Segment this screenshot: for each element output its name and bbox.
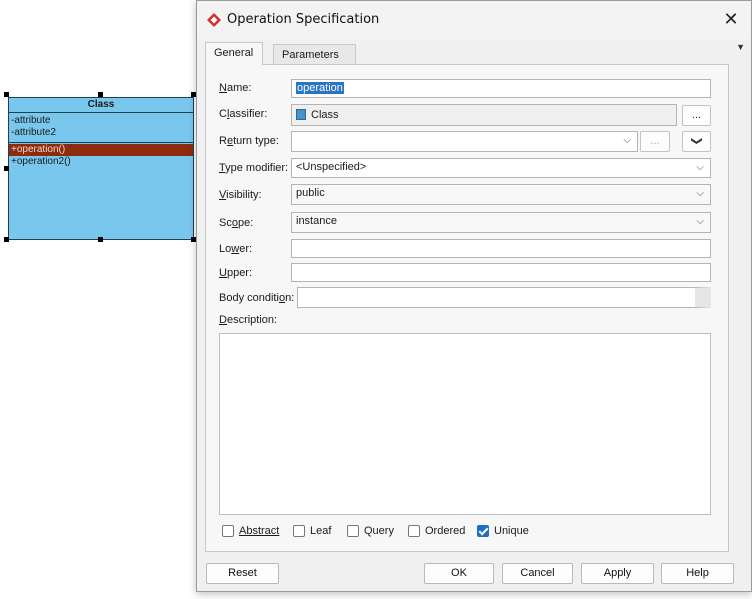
chevron-down-icon: ⌵ [696,162,704,173]
dialog-titlebar[interactable]: Operation Specification ✕ [197,1,751,39]
resize-handle[interactable] [4,166,9,171]
classifier-label: Classifier: [219,108,268,120]
upper-field[interactable] [291,263,711,282]
abstract-checkbox[interactable]: Abstract [222,523,279,539]
return-type-label: Return type: [219,135,279,147]
description-label: Description: [219,314,278,326]
lower-field[interactable] [291,239,711,258]
uml-attribute-compartment: -attribute -attribute2 [9,113,193,143]
resize-handle[interactable] [4,237,9,242]
tab-bar: General Parameters ▼ [205,42,745,65]
checkbox-checked-icon [477,525,489,537]
resize-handle[interactable] [98,92,103,97]
uml-operation-selected[interactable]: +operation() [9,144,193,156]
body-condition-field[interactable] [297,287,711,308]
chevron-down-icon: ⌵ [696,188,704,199]
scope-value: instance [296,215,337,227]
close-button[interactable]: ✕ [719,7,743,31]
classifier-browse-button[interactable]: ... [682,105,711,126]
ok-button[interactable]: OK [424,563,494,584]
dialog-title: Operation Specification [227,12,380,27]
tab-parameters[interactable]: Parameters [273,44,356,64]
visibility-label: Visibility: [219,189,262,201]
leaf-checkbox[interactable]: Leaf [293,523,331,539]
classifier-field[interactable]: Class [291,104,677,126]
scope-combo[interactable]: instance ⌵ [291,212,711,233]
visibility-combo[interactable]: public ⌵ [291,184,711,205]
lower-label: Lower: [219,243,253,255]
checkbox-icon [222,525,234,537]
uml-attribute[interactable]: -attribute [11,115,191,127]
type-modifier-value: <Unspecified> [296,161,367,173]
type-modifier-combo[interactable]: <Unspecified> ⌵ [291,158,711,178]
uml-attribute[interactable]: -attribute2 [11,127,191,139]
help-button[interactable]: Help [661,563,734,584]
visibility-value: public [296,187,325,199]
uml-operation[interactable]: +operation2() [9,156,193,168]
chevron-down-icon: ❯ [690,136,703,146]
class-icon [296,109,306,120]
checkbox-icon [293,525,305,537]
scope-label: Scope: [219,217,254,229]
apply-button[interactable]: Apply [581,563,654,584]
name-field[interactable]: operation [291,79,711,98]
general-panel: Name: operation Classifier: Class ... Re… [205,64,729,552]
chevron-down-icon: ⌵ [623,135,631,146]
classifier-value: Class [311,109,339,121]
return-type-browse-button[interactable]: ... [640,131,670,152]
query-checkbox[interactable]: Query [347,523,394,539]
name-value: operation [296,82,344,94]
return-type-more-button[interactable]: ❯ [682,131,711,152]
resize-handle[interactable] [4,92,9,97]
return-type-combo[interactable]: ⌵ [291,131,638,152]
body-condition-label: Body condition: [219,292,295,304]
description-textarea[interactable] [219,333,711,515]
cancel-button[interactable]: Cancel [502,563,573,584]
ordered-checkbox[interactable]: Ordered [408,523,465,539]
chevron-down-icon: ⌵ [696,216,704,227]
operation-specification-dialog: Operation Specification ✕ General Parame… [196,0,752,592]
type-modifier-label: Type modifier: [219,162,289,174]
upper-label: Upper: [219,267,253,279]
name-label: Name: [219,82,252,94]
app-logo-icon [207,13,221,27]
tab-general[interactable]: General [205,42,263,65]
reset-button[interactable]: Reset [206,563,279,584]
uml-operation-compartment: +operation() +operation2() [9,143,193,168]
uml-class-shape[interactable]: Class -attribute -attribute2 +operation(… [8,97,194,240]
unique-checkbox[interactable]: Unique [477,523,529,539]
checkbox-icon [408,525,420,537]
resize-handle[interactable] [98,237,103,242]
tab-menu-icon[interactable]: ▼ [736,42,745,52]
checkbox-icon [347,525,359,537]
uml-class-name[interactable]: Class [9,98,193,113]
